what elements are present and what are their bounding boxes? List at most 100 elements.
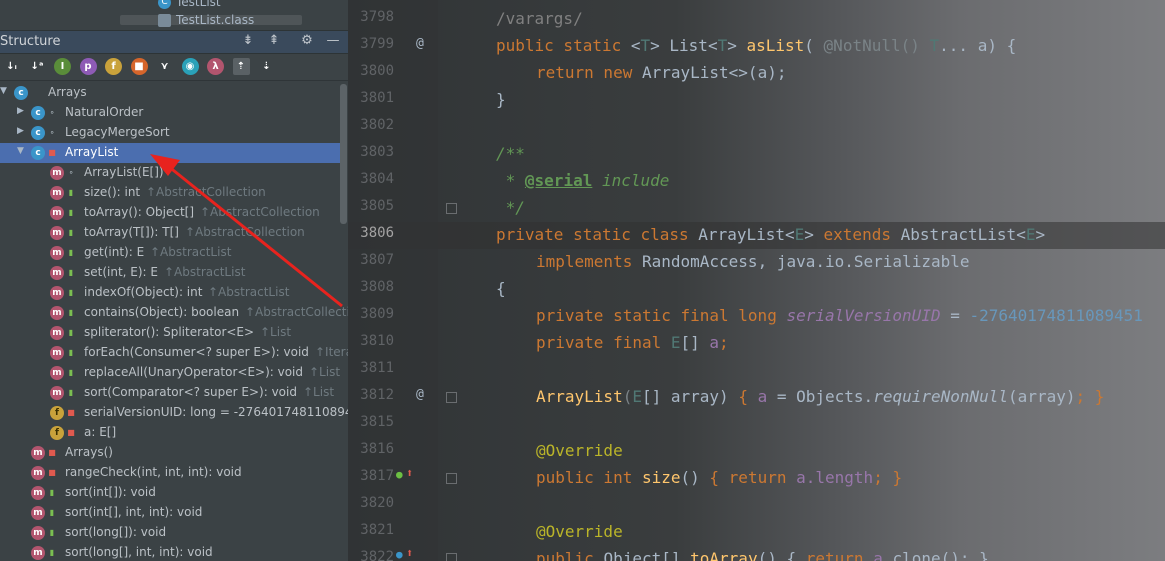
file-testlist[interactable]: C TestList: [158, 0, 221, 9]
overrides-up-icon[interactable]: ⬆: [406, 546, 413, 560]
gear-icon[interactable]: ⚙: [299, 33, 315, 49]
tree-item[interactable]: m ∘ ArrayList(E[]): [0, 163, 346, 183]
method-icon: m: [50, 386, 64, 400]
t: []: [680, 333, 710, 352]
tree-item[interactable]: m ■ Arrays(): [0, 443, 346, 463]
tree-item-label: toArray(): Object[]: [84, 205, 195, 219]
kw: private static final long: [536, 306, 787, 325]
t: (array): [1008, 387, 1076, 406]
tree-item[interactable]: ▶ c ∘ NaturalOrder: [0, 103, 346, 123]
tree-item-label: contains(Object): boolean: [84, 305, 240, 319]
tree-item[interactable]: m ▮ size(): int ↑AbstractCollection: [0, 183, 346, 203]
t: ; }: [873, 468, 903, 487]
tree-item[interactable]: f ■ a: E[]: [0, 423, 346, 443]
fold-marker-icon[interactable]: [446, 473, 457, 484]
tree-item[interactable]: m ■ rangeCheck(int, int, int): void: [0, 463, 346, 483]
kw: return: [728, 468, 797, 487]
tree-item[interactable]: m ▮ sort(int[]): void: [0, 483, 346, 503]
private-lock-icon: ■: [67, 408, 75, 417]
implements-marker-icon[interactable]: ●: [396, 468, 403, 481]
fold-marker-icon[interactable]: [446, 392, 457, 403]
tree-item[interactable]: m ▮ spliterator(): Spliterator<E> ↑List: [0, 323, 346, 343]
show-non-public-icon[interactable]: ■: [130, 58, 148, 75]
line-number: 3809: [360, 306, 394, 322]
show-lambdas-icon[interactable]: λ: [207, 58, 224, 75]
show-inherited-icon[interactable]: I: [54, 58, 71, 75]
inherited-from-label: ↑AbstractCollection: [245, 305, 348, 319]
sort-alphabetically-icon[interactable]: ↓ᵃ: [28, 58, 46, 75]
collapse-arrow-icon[interactable]: ▼: [17, 146, 27, 156]
tree-item[interactable]: ▼ c Arrays: [0, 83, 346, 103]
override-marker-icon[interactable]: @: [416, 36, 424, 51]
tree-item[interactable]: m ▮ get(int): E ↑AbstractList: [0, 243, 346, 263]
public-visibility-icon: ▮: [49, 548, 55, 557]
collapse-arrow-icon[interactable]: ▼: [0, 86, 10, 96]
vertical-scrollbar[interactable]: [340, 84, 347, 224]
fold-marker-icon[interactable]: [446, 203, 457, 214]
t: {: [496, 279, 506, 298]
tree-item[interactable]: m ▮ sort(long[], int, int): void: [0, 543, 346, 561]
kw: return new: [536, 63, 642, 82]
tree-item[interactable]: m ▮ indexOf(Object): int ↑AbstractList: [0, 283, 346, 303]
tree-item[interactable]: m ▮ forEach(Consumer<? super E>): void ↑Ite…: [0, 343, 348, 363]
tree-item[interactable]: m ▮ toArray(): Object[] ↑AbstractCollection: [0, 203, 346, 223]
public-visibility-icon: ▮: [68, 388, 74, 397]
tree-item-label: ArrayList: [65, 145, 119, 159]
autoscroll-from-source-icon[interactable]: ⇣: [258, 58, 275, 75]
annotation-hint: @NotNull(): [823, 36, 920, 55]
method-icon: m: [50, 306, 64, 320]
tree-item[interactable]: m ▮ sort(long[]): void: [0, 523, 346, 543]
overrides-up-icon[interactable]: ⬆: [406, 466, 413, 480]
fold-marker-icon[interactable]: [446, 553, 457, 561]
t: = Objects.: [767, 387, 874, 406]
tree-item-label: ArrayList(E[]): [84, 165, 164, 179]
tree-item-label: LegacyMergeSort: [65, 125, 170, 139]
show-properties-icon[interactable]: p: [79, 58, 97, 75]
implements-marker-icon[interactable]: ●: [396, 548, 403, 561]
line-number: 3800: [360, 63, 394, 79]
public-visibility-icon: ▮: [68, 368, 74, 377]
class-icon: C: [158, 0, 171, 9]
show-anonymous-icon[interactable]: ◉: [181, 58, 199, 75]
show-fields-icon[interactable]: f: [105, 58, 122, 75]
project-file-list: C TestList TestList.class: [0, 0, 348, 30]
sort-by-visibility-icon[interactable]: ↓ᵢ: [3, 58, 20, 75]
tree-item[interactable]: ▼ c ■ ArrayList: [0, 143, 346, 163]
expand-arrow-icon[interactable]: ▶: [17, 126, 27, 136]
public-visibility-icon: ▮: [68, 328, 74, 337]
expand-arrow-icon[interactable]: ▶: [17, 106, 27, 116]
line-number: 3808: [360, 279, 394, 295]
class-icon: c: [31, 126, 45, 140]
tree-item[interactable]: f ■ serialVersionUID: long = -276401748110…: [0, 403, 348, 423]
show-hierarchy-icon[interactable]: ⋎: [156, 58, 173, 75]
tree-item-label: sort(long[]): void: [65, 525, 167, 539]
file-testlist-class[interactable]: TestList.class: [158, 13, 254, 27]
code-editor[interactable]: 3798 3799 3800 3801 3802 3803 3804 3805 3806 3807…: [348, 0, 1165, 561]
autoscroll-to-source-icon[interactable]: ⇡: [232, 58, 250, 75]
code-line-3798: /varargs/: [496, 9, 583, 28]
tree-item[interactable]: m ▮ replaceAll(UnaryOperator<E>): void ↑Lis…: [0, 363, 346, 383]
tree-item[interactable]: m ▮ contains(Object): boolean ↑AbstractColl…: [0, 303, 348, 323]
inherited-from-label: ↑List: [260, 325, 292, 339]
tree-item-label: sort(int[]): void: [65, 485, 156, 499]
tree-item[interactable]: m ▮ set(int, E): E ↑AbstractList: [0, 263, 346, 283]
tree-item[interactable]: m ▮ toArray(T[]): T[] ↑AbstractCollection: [0, 223, 346, 243]
collapse-all-icon[interactable]: ⇞: [266, 33, 282, 49]
kw: extends: [823, 225, 901, 244]
doc-tag: @serial: [524, 171, 593, 190]
method-icon: m: [31, 506, 45, 520]
t: =: [940, 306, 970, 325]
minimize-icon[interactable]: —: [325, 33, 341, 49]
method-name: ArrayList: [536, 387, 623, 406]
t: Object[]: [603, 549, 691, 561]
tree-item[interactable]: ▶ c ∘ LegacyMergeSort: [0, 123, 346, 143]
override-marker-icon[interactable]: @: [416, 387, 424, 402]
tree-item[interactable]: m ▮ sort(Comparator<? super E>): void ↑List: [0, 383, 346, 403]
field-name: a: [757, 387, 768, 406]
code-line-3812: ArrayList(E[] array) { a = Objects.requi…: [536, 387, 1104, 406]
tree-item[interactable]: m ▮ sort(int[], int, int): void: [0, 503, 346, 523]
expand-all-icon[interactable]: ⇟: [240, 33, 256, 49]
tree-item-label: toArray(T[]): T[]: [84, 225, 179, 239]
line-number: 3799: [360, 36, 394, 52]
t: (: [804, 36, 824, 55]
